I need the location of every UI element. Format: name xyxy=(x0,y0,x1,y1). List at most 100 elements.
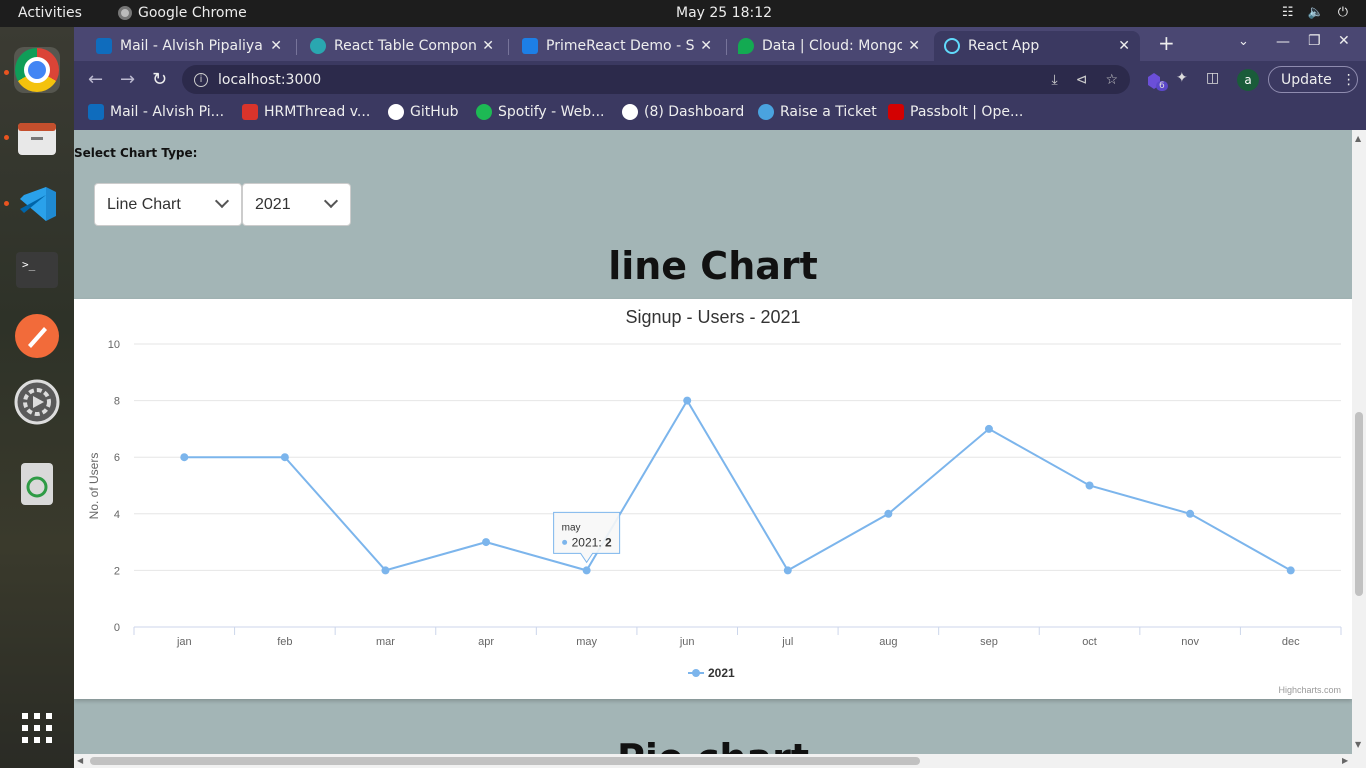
dock-trash[interactable] xyxy=(14,461,60,507)
terminal-icon: >_ xyxy=(16,252,58,288)
legend-label: 2021 xyxy=(708,666,735,680)
data-point-feb[interactable] xyxy=(280,453,289,462)
github-icon xyxy=(388,104,404,120)
tab-react-table[interactable]: React Table Compone ✕ xyxy=(300,31,504,61)
address-bar[interactable]: i localhost:3000 ⤓ ⊲ ☆ xyxy=(182,65,1130,94)
data-point-aug[interactable] xyxy=(884,509,893,518)
activities-button[interactable]: Activities xyxy=(18,5,82,21)
close-icon[interactable]: ✕ xyxy=(700,38,712,54)
data-point-may[interactable] xyxy=(582,566,591,575)
side-panel-icon[interactable]: ◫ xyxy=(1206,70,1219,86)
app-menu[interactable]: Google Chrome xyxy=(118,5,247,21)
x-tick-label: nov xyxy=(1181,636,1199,648)
year-select[interactable]: 2021 xyxy=(242,183,351,226)
data-point-mar[interactable] xyxy=(381,566,390,575)
data-point-dec[interactable] xyxy=(1286,566,1295,575)
close-icon[interactable]: ✕ xyxy=(908,38,920,54)
chart-type-select[interactable]: Line Chart xyxy=(94,183,242,226)
close-icon[interactable]: ✕ xyxy=(482,38,494,54)
tab-search-chevron-icon[interactable]: ⌄ xyxy=(1238,34,1249,49)
dock-terminal[interactable]: >_ xyxy=(14,247,60,293)
menu-kebab-icon: ⋮ xyxy=(1341,71,1356,88)
reload-button[interactable]: ↻ xyxy=(152,69,167,90)
line-chart[interactable]: Signup - Users - 2021 No. of Users 0 2 4 6 8… xyxy=(74,299,1352,699)
data-point-nov[interactable] xyxy=(1186,509,1195,518)
system-tray[interactable]: ☷ 🔈 ⏻ xyxy=(1282,5,1348,20)
tab-primereact[interactable]: PrimeReact Demo - St ✕ xyxy=(512,31,722,61)
y-tick-label: 4 xyxy=(114,509,120,521)
dock: >_ xyxy=(0,27,74,768)
data-point-oct[interactable] xyxy=(1085,481,1094,490)
gear-icon xyxy=(14,379,60,425)
bookmark-item[interactable]: GitHub xyxy=(388,104,459,120)
show-apps-button[interactable] xyxy=(14,705,60,751)
horizontal-scroll-thumb[interactable] xyxy=(90,757,920,765)
tooltip-value: 2021: 2 xyxy=(572,535,612,549)
bookmark-item[interactable]: Spotify - Web... xyxy=(476,104,605,120)
dock-chrome[interactable] xyxy=(14,47,60,93)
power-icon: ⏻ xyxy=(1337,5,1348,20)
new-tab-button[interactable]: + xyxy=(1158,31,1175,55)
install-icon[interactable]: ⤓ xyxy=(1052,72,1058,88)
lightning-icon xyxy=(522,38,538,54)
clock[interactable]: May 25 18:12 xyxy=(676,5,772,21)
back-button[interactable]: ← xyxy=(88,69,103,90)
x-tick-label: dec xyxy=(1282,636,1300,648)
y-tick-label: 8 xyxy=(114,396,120,408)
profile-avatar[interactable]: a xyxy=(1237,69,1259,91)
dock-vscode[interactable] xyxy=(14,181,60,227)
highcharts-credits[interactable]: Highcharts.com xyxy=(1278,685,1341,695)
tab-react-app[interactable]: React App ✕ xyxy=(934,31,1140,61)
close-icon[interactable]: ✕ xyxy=(270,38,282,54)
vertical-scrollbar[interactable]: ▲ ▼ xyxy=(1352,130,1366,754)
share-icon[interactable]: ⊲ xyxy=(1076,72,1088,88)
y-tick-label: 0 xyxy=(114,622,120,634)
tab-separator xyxy=(296,39,297,55)
x-tick-label: mar xyxy=(376,636,395,648)
scroll-right-arrow-icon[interactable]: ▶ xyxy=(1342,756,1348,765)
bookmark-star-icon[interactable]: ☆ xyxy=(1105,72,1118,88)
tab-separator xyxy=(726,39,727,55)
forward-button[interactable]: → xyxy=(120,69,135,90)
url-text[interactable]: localhost:3000 xyxy=(218,72,321,88)
tab-mail[interactable]: Mail - Alvish Pipaliya - ✕ xyxy=(86,31,292,61)
data-point-sep[interactable] xyxy=(984,424,993,433)
minimize-button[interactable]: — xyxy=(1276,34,1290,50)
bookmark-label: GitHub xyxy=(410,104,459,120)
scroll-left-arrow-icon[interactable]: ◀ xyxy=(77,756,83,765)
outlook-icon xyxy=(96,38,112,54)
bookmark-item[interactable]: Mail - Alvish Pi... xyxy=(88,104,224,120)
update-button[interactable]: Update ⋮ xyxy=(1268,66,1358,93)
chart-container: Signup - Users - 2021 No. of Users 0 2 4 6 8… xyxy=(74,299,1352,699)
chart-legend[interactable]: 2021 xyxy=(688,666,735,680)
bookmark-item[interactable]: Passbolt | Ope... xyxy=(888,104,1023,120)
tab-title: React App xyxy=(968,38,1040,54)
x-tick-label: oct xyxy=(1082,636,1097,648)
y-tick-label: 10 xyxy=(108,339,120,351)
vertical-scroll-thumb[interactable] xyxy=(1355,412,1363,596)
bookmark-item[interactable]: HRMThread v... xyxy=(242,104,370,120)
passbolt-icon xyxy=(888,104,904,120)
data-point-jan[interactable] xyxy=(180,453,189,462)
horizontal-scrollbar[interactable]: ◀ ▶ xyxy=(74,754,1366,768)
dock-files[interactable] xyxy=(14,115,60,161)
bookmark-item[interactable]: (8) Dashboard xyxy=(622,104,744,120)
data-point-jun[interactable] xyxy=(683,396,692,405)
tab-mongodb[interactable]: Data | Cloud: MongoD ✕ xyxy=(728,31,930,61)
scroll-down-arrow-icon[interactable]: ▼ xyxy=(1355,740,1361,749)
site-info-icon[interactable]: i xyxy=(194,72,208,87)
data-point-apr[interactable] xyxy=(482,538,491,547)
extensions-puzzle-icon[interactable]: ✦ xyxy=(1176,70,1188,86)
scroll-up-arrow-icon[interactable]: ▲ xyxy=(1355,134,1361,143)
data-point-jul[interactable] xyxy=(783,566,792,575)
bookmark-item[interactable]: Raise a Ticket xyxy=(758,104,877,120)
window-close-button[interactable]: ✕ xyxy=(1338,33,1350,49)
extension-icon[interactable]: 6 xyxy=(1144,71,1168,95)
dock-postman[interactable] xyxy=(14,313,60,359)
dock-settings[interactable] xyxy=(14,379,60,425)
react-table-icon xyxy=(310,38,326,54)
page-title: line Chart xyxy=(608,244,818,288)
maximize-button[interactable]: ❐ xyxy=(1308,33,1321,49)
close-icon[interactable]: ✕ xyxy=(1118,38,1130,54)
app-name: Google Chrome xyxy=(138,5,247,21)
